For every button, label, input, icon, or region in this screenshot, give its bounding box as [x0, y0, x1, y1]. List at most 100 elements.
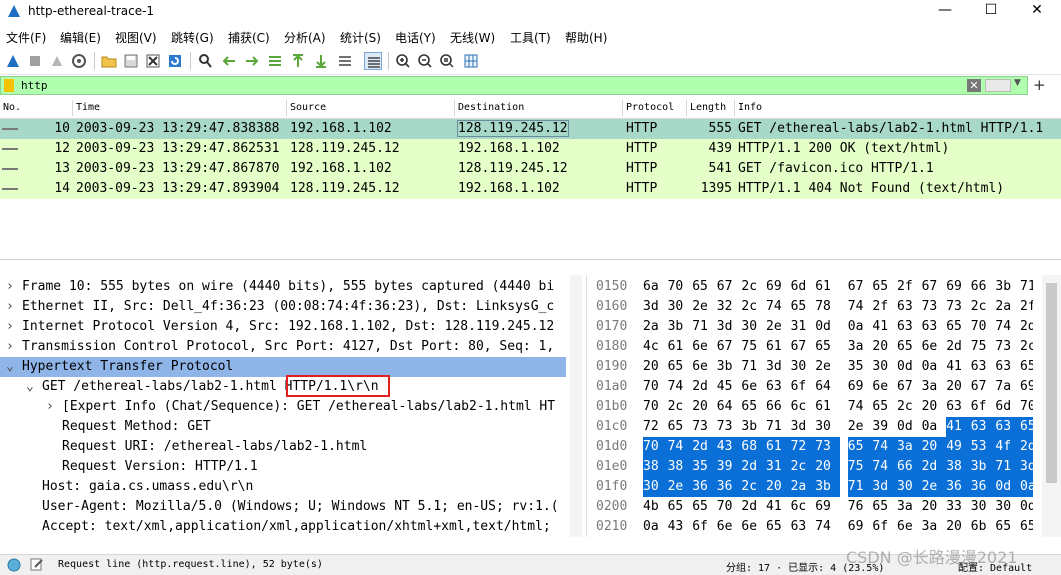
column-header-time[interactable]: Time — [76, 102, 100, 113]
apply-filter-icon[interactable] — [985, 79, 1011, 92]
hex-byte[interactable]: 74 — [995, 317, 1020, 337]
hex-byte[interactable]: 0a — [848, 317, 873, 337]
hex-byte[interactable]: 78 — [815, 297, 840, 317]
hex-byte[interactable]: 74 — [668, 377, 693, 397]
hex-byte[interactable]: 3b — [717, 357, 742, 377]
hex-byte[interactable]: 71 — [741, 357, 766, 377]
save-icon[interactable] — [122, 52, 140, 70]
column-header-info[interactable]: Info — [738, 102, 762, 113]
restart-icon[interactable] — [48, 52, 66, 70]
hex-byte[interactable]: 69 — [848, 377, 873, 397]
hex-byte[interactable]: 3b — [815, 477, 840, 497]
hex-byte[interactable]: 65 — [1020, 357, 1033, 377]
detail-tree-row[interactable]: Host: gaia.cs.umass.edu\r\n — [0, 477, 566, 497]
go-back-icon[interactable] — [220, 52, 238, 70]
stop-icon[interactable] — [26, 52, 44, 70]
capture-options-icon[interactable] — [70, 52, 88, 70]
hex-byte[interactable]: 73 — [946, 297, 971, 317]
hex-byte[interactable]: 36 — [970, 477, 996, 497]
hex-byte[interactable]: 65 — [766, 517, 791, 537]
hex-byte[interactable]: 65 — [1020, 417, 1033, 437]
hex-byte[interactable]: 6f — [971, 397, 996, 417]
hex-byte[interactable]: 72 — [790, 437, 816, 457]
menu-edit[interactable]: 编辑(E) — [60, 29, 101, 46]
menu-capture[interactable]: 捕获(C) — [228, 29, 270, 46]
expand-chevron-icon[interactable]: › — [6, 299, 14, 314]
maximize-button[interactable]: ☐ — [968, 0, 1014, 22]
hex-byte[interactable]: 63 — [791, 517, 816, 537]
detail-tree-row[interactable]: User-Agent: Mozilla/5.0 (Windows; U; Win… — [0, 497, 566, 517]
hex-byte[interactable]: 65 — [897, 337, 922, 357]
hex-byte[interactable]: 4b — [643, 497, 668, 517]
hex-byte[interactable]: 6e — [692, 357, 717, 377]
hex-byte[interactable]: 69 — [766, 277, 791, 297]
hex-byte[interactable]: 65 — [692, 497, 717, 517]
hex-byte[interactable]: 66 — [897, 457, 922, 477]
hex-byte[interactable]: 63 — [766, 377, 791, 397]
hex-byte[interactable]: 2e — [921, 477, 947, 497]
hex-byte[interactable]: 0a — [922, 417, 947, 437]
hex-byte[interactable]: 6e — [741, 517, 766, 537]
hex-byte[interactable]: 74 — [872, 457, 897, 477]
expand-chevron-icon[interactable]: › — [6, 319, 14, 334]
hex-byte[interactable]: 4f — [995, 437, 1020, 457]
hex-byte[interactable]: 65 — [872, 497, 897, 517]
hex-byte[interactable]: 63 — [897, 297, 922, 317]
hex-byte[interactable]: 2f — [897, 277, 922, 297]
hex-byte[interactable]: 3d — [872, 477, 897, 497]
hex-byte[interactable]: 2d — [1020, 437, 1033, 457]
hex-byte[interactable]: 33 — [946, 497, 971, 517]
hex-byte[interactable]: 61 — [766, 337, 791, 357]
hex-byte[interactable]: 63 — [995, 357, 1020, 377]
hex-byte[interactable]: 6a — [643, 277, 668, 297]
hex-byte[interactable]: 65 — [872, 397, 897, 417]
hex-byte[interactable]: 65 — [668, 357, 693, 377]
hex-byte[interactable]: 20 — [872, 337, 897, 357]
hex-byte[interactable]: 6d — [995, 397, 1020, 417]
hex-byte[interactable]: 20 — [921, 437, 947, 457]
go-first-icon[interactable] — [289, 52, 307, 70]
hex-byte[interactable]: 2e — [667, 477, 693, 497]
hex-byte[interactable]: 73 — [815, 437, 840, 457]
hex-byte[interactable]: 6e — [897, 517, 922, 537]
hex-byte[interactable]: 75 — [741, 337, 766, 357]
hex-byte[interactable]: 20 — [922, 397, 947, 417]
hex-byte[interactable]: 2d — [692, 437, 717, 457]
reload-icon[interactable] — [166, 52, 184, 70]
hex-byte[interactable]: 2d — [741, 457, 766, 477]
hex-byte[interactable]: 70 — [668, 277, 693, 297]
hex-byte[interactable]: 3a — [848, 337, 873, 357]
hex-byte[interactable]: 0a — [643, 517, 668, 537]
hex-byte[interactable]: 3d — [766, 357, 791, 377]
detail-tree-row[interactable]: Accept: text/xml,application/xml,applica… — [0, 517, 566, 537]
hex-byte[interactable]: 65 — [791, 297, 816, 317]
hex-byte[interactable]: 3d — [643, 297, 668, 317]
hex-byte[interactable]: 39 — [872, 417, 897, 437]
hex-byte[interactable]: 20 — [643, 357, 668, 377]
hex-byte[interactable]: 70 — [643, 377, 668, 397]
bytes-scrollbar[interactable] — [1042, 275, 1061, 537]
menu-wireless[interactable]: 无线(W) — [450, 29, 495, 46]
hex-byte[interactable]: 2e — [815, 357, 840, 377]
menu-tools[interactable]: 工具(T) — [510, 29, 551, 46]
zoom-out-icon[interactable] — [416, 52, 434, 70]
expand-chevron-icon[interactable]: › — [6, 339, 14, 354]
hex-byte[interactable]: 30 — [815, 417, 840, 437]
hex-byte[interactable]: 64 — [717, 397, 742, 417]
hex-byte[interactable]: 36 — [692, 477, 717, 497]
hex-byte[interactable]: 76 — [848, 497, 873, 517]
hex-byte[interactable]: 61 — [766, 437, 791, 457]
go-to-packet-icon[interactable] — [266, 52, 284, 70]
detail-tree-row[interactable]: › Internet Protocol Version 4, Src: 192.1… — [0, 317, 566, 337]
hex-byte[interactable]: 0a — [922, 357, 947, 377]
detail-tree-row[interactable]: › Transmission Control Protocol, Src Port… — [0, 337, 566, 357]
detail-tree-row[interactable]: Request Version: HTTP/1.1 — [0, 457, 566, 477]
hex-byte[interactable]: 65 — [1020, 517, 1033, 537]
expert-info-icon[interactable] — [7, 558, 21, 572]
hex-byte[interactable]: 2c — [897, 397, 922, 417]
hex-byte[interactable]: 35 — [692, 457, 717, 477]
hex-byte[interactable]: 0d — [1020, 497, 1033, 517]
hex-byte[interactable]: 69 — [815, 497, 840, 517]
pane-splitter[interactable] — [570, 275, 582, 537]
hex-byte[interactable]: 74 — [872, 437, 897, 457]
